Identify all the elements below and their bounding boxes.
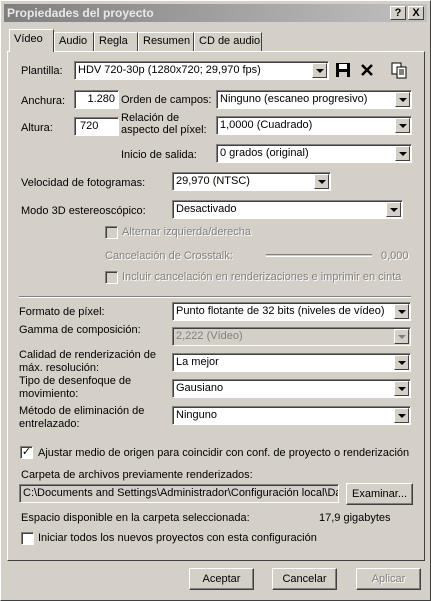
chevron-down-icon[interactable] [395, 92, 410, 107]
output-rotation-value: 0 grados (original) [220, 147, 309, 159]
copy-icon[interactable] [390, 61, 408, 79]
output-rotation-label: Inicio de salida: [121, 149, 197, 161]
gamma-value: 2,222 (Vídeo) [176, 330, 243, 342]
free-space-value: 17,9 gigabytes [319, 512, 391, 524]
template-label: Plantilla: [21, 65, 63, 77]
prerender-folder-label: Carpeta de archivos previamente renderiz… [21, 469, 253, 481]
close-button[interactable]: X [408, 6, 424, 20]
deinterlace-label: Método de eliminación de entrelazado: [19, 405, 145, 430]
chevron-down-icon[interactable] [312, 63, 327, 78]
field-order-label: Orden de campos: [121, 94, 212, 106]
pixel-format-value: Punto flotante de 32 bits (niveles de ví… [176, 305, 385, 317]
stereo-3d-value: Desactivado [176, 203, 237, 215]
pixel-format-dropdown[interactable]: Punto flotante de 32 bits (niveles de ví… [172, 302, 411, 321]
chevron-down-icon[interactable] [394, 381, 409, 396]
deinterlace-value: Ninguno [176, 409, 217, 421]
ok-button[interactable]: Aceptar [189, 568, 254, 590]
deinterlace-dropdown[interactable]: Ninguno [172, 406, 411, 425]
motion-blur-value: Gausiano [176, 382, 224, 394]
browse-button[interactable]: Examinar... [346, 483, 413, 505]
chevron-down-icon[interactable] [314, 174, 329, 189]
chevron-down-icon[interactable] [394, 329, 409, 344]
crosstalk-slider[interactable] [266, 254, 372, 257]
start-all-projects-label: Iniciar todos los nuevos proyectos con e… [38, 532, 317, 544]
crosstalk-value: 0,000 [381, 250, 409, 262]
chevron-down-icon[interactable] [395, 146, 410, 161]
stereo-3d-dropdown[interactable]: Desactivado [172, 200, 403, 219]
pixel-aspect-dropdown[interactable]: 1,0000 (Cuadrado) [216, 116, 412, 135]
frame-rate-label: Velocidad de fotogramas: [21, 177, 146, 189]
adjust-source-label: Ajustar medio de origen para coincidir c… [38, 447, 410, 459]
output-rotation-dropdown[interactable]: 0 grados (original) [216, 144, 412, 163]
stereo-3d-label: Modo 3D estereoscópico: [21, 205, 146, 217]
prerender-folder-path[interactable]: C:\Documents and Settings\Administrador\… [19, 484, 339, 503]
motion-blur-dropdown[interactable]: Gausiano [172, 379, 411, 398]
template-dropdown[interactable]: HDV 720-30p (1280x720; 29,970 fps) [74, 61, 329, 80]
divider [19, 296, 411, 298]
pixel-format-label: Formato de píxel: [19, 306, 105, 318]
tab-ruler[interactable]: Regla [94, 32, 138, 52]
tab-summary[interactable]: Resumen [138, 32, 194, 52]
save-icon[interactable] [334, 61, 352, 79]
chevron-down-icon[interactable] [394, 355, 409, 370]
include-crosstalk-label: Incluir cancelación en renderizaciones e… [122, 271, 402, 283]
crosstalk-label: Cancelación de Crosstalk: [105, 250, 233, 262]
field-order-dropdown[interactable]: Ninguno (escaneo progresivo) [216, 90, 412, 109]
width-label: Anchura: [21, 95, 66, 107]
help-button[interactable]: ? [390, 6, 406, 20]
field-order-value: Ninguno (escaneo progresivo) [220, 93, 368, 105]
height-label: Altura: [21, 122, 53, 134]
frame-rate-value: 29,970 (NTSC) [176, 175, 250, 187]
include-crosstalk-checkbox[interactable] [105, 271, 118, 284]
frame-rate-dropdown[interactable]: 29,970 (NTSC) [172, 172, 331, 191]
free-space-label: Espacio disponible en la carpeta selecci… [21, 512, 250, 524]
apply-button[interactable]: Aplicar [356, 568, 421, 590]
start-all-projects-checkbox[interactable] [21, 532, 34, 545]
template-value: HDV 720-30p (1280x720; 29,970 fps) [78, 64, 261, 76]
cancel-button[interactable]: Cancelar [272, 568, 337, 590]
swap-left-right-label: Alternar izquierda/derecha [122, 226, 252, 238]
render-quality-value: La mejor [176, 356, 219, 368]
render-quality-label: Calidad de renderización de máx. resoluc… [19, 349, 156, 374]
motion-blur-label: Tipo de desenfoque de movimiento: [19, 375, 132, 400]
width-input[interactable]: 1.280 [74, 90, 119, 109]
project-properties-dialog: Propiedades del proyecto ? X Vídeo Audio… [0, 0, 431, 601]
gamma-dropdown[interactable]: 2,222 (Vídeo) [172, 327, 411, 346]
chevron-down-icon[interactable] [386, 202, 401, 217]
tab-audio-cd[interactable]: CD de audio [194, 32, 262, 52]
chevron-down-icon[interactable] [394, 408, 409, 423]
pixel-aspect-label: Relación de aspecto del píxel: [121, 112, 207, 136]
tab-audio[interactable]: Audio [54, 32, 94, 52]
chevron-down-icon[interactable] [394, 304, 409, 319]
window-title: Propiedades del proyecto [7, 6, 154, 20]
swap-left-right-checkbox[interactable] [105, 226, 118, 239]
delete-icon[interactable] [358, 61, 376, 79]
title-bar[interactable]: Propiedades del proyecto ? X [4, 4, 427, 22]
adjust-source-checkbox[interactable]: ✓ [20, 446, 33, 459]
tab-video[interactable]: Vídeo [9, 29, 54, 52]
pixel-aspect-value: 1,0000 (Cuadrado) [220, 119, 313, 131]
gamma-label: Gamma de composición: [19, 324, 141, 336]
render-quality-dropdown[interactable]: La mejor [172, 353, 411, 372]
chevron-down-icon[interactable] [395, 118, 410, 133]
height-input[interactable]: 720 [74, 117, 119, 136]
